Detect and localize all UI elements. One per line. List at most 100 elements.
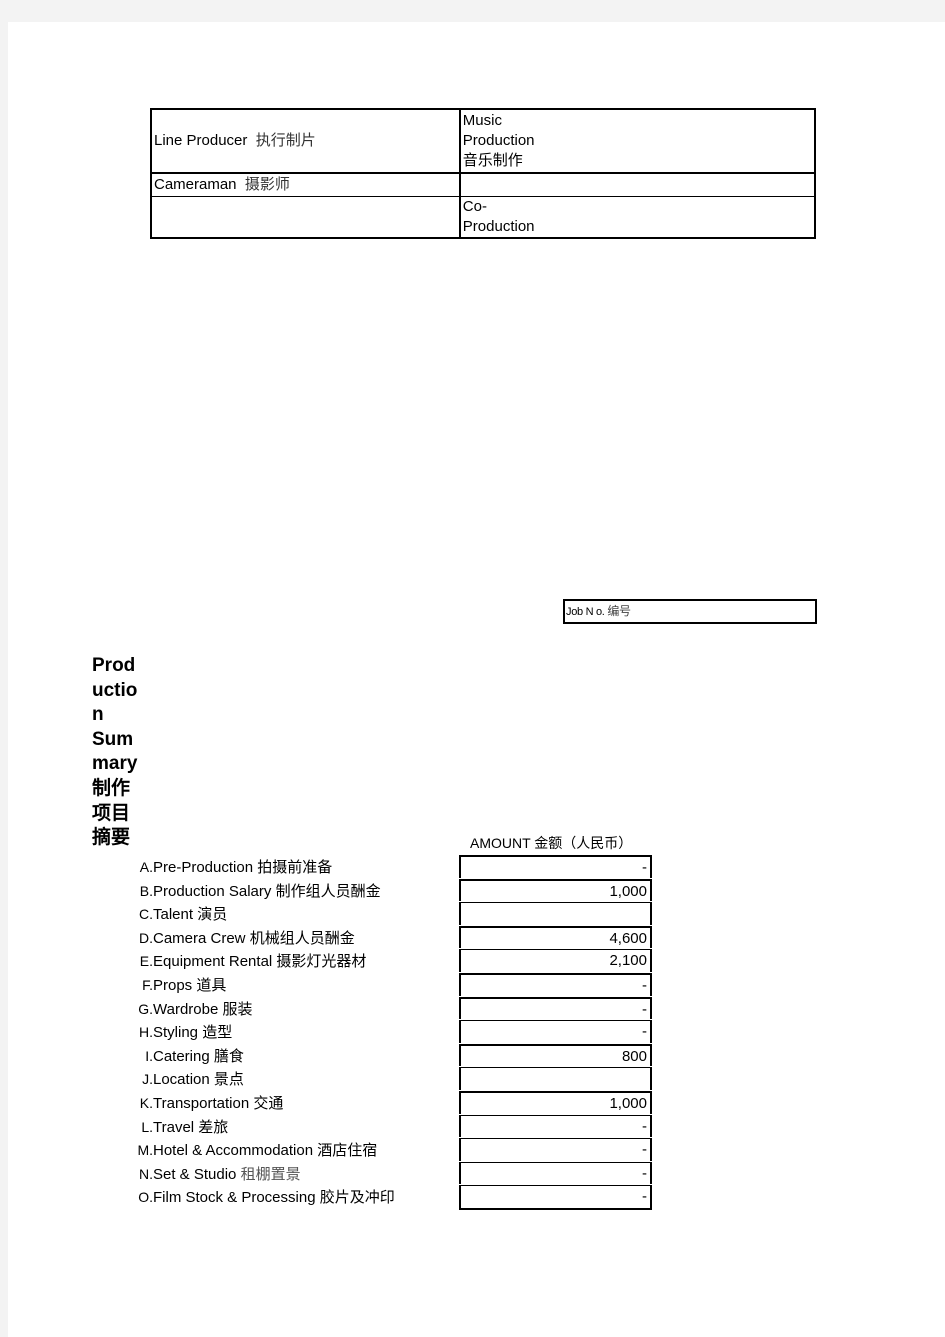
item-letter: E. [139,953,153,970]
item-label-en: Styling [153,1024,199,1042]
item-label-en: Set & Studio [153,1165,237,1183]
summary-item-row: I. Catering 膳食 800 [125,1043,655,1068]
item-label-zh: 演员 [197,906,228,924]
item-label-en: Hotel & Accommodation [153,1142,314,1160]
crew-dept-cell[interactable] [458,172,816,197]
crew-dept-line: 音乐制作 [462,152,523,169]
item-label: Set & Studio 租棚置景 [153,1163,301,1184]
crew-dept-cell[interactable]: Co- Production [458,196,816,239]
item-amount-cell[interactable]: 800 [459,1043,652,1067]
item-letter: I. [145,1047,153,1064]
item-letter: J. [142,1071,153,1088]
item-amount-cell[interactable]: 2,100 [459,949,652,972]
item-label: Transportation 交通 [153,1092,283,1113]
item-amount-cell[interactable] [459,1067,652,1090]
crew-row: Co- Production [150,196,816,239]
summary-item-row: E. Equipment Rental 摄影灯光器材 2,100 [125,949,655,973]
item-label: Catering 膳食 [153,1045,244,1066]
item-amount-cell[interactable]: - [459,1138,652,1161]
item-amount-cell[interactable]: - [459,1114,652,1138]
job-number-label-zh: 编号 [607,604,631,618]
item-label: Equipment Rental 摄影灯光器材 [153,950,366,971]
item-letter: K. [139,1094,153,1111]
item-label-zh: 景点 [213,1071,244,1089]
item-amount-cell[interactable]: - [459,972,652,996]
item-label-zh: 拍摄前准备 [257,859,333,876]
title-line: mary [92,753,138,775]
item-label: Hotel & Accommodation 酒店住宿 [153,1139,377,1160]
crew-role-cell[interactable]: Cameraman 摄影师 [150,172,461,197]
item-label: Location 景点 [153,1068,244,1089]
item-label-zh: 摄影灯光器材 [276,953,367,971]
title-line: 摘要 [92,827,131,849]
production-summary-title: Prod uctio n Sum mary 制作 项目 摘要 [92,654,142,851]
job-number-field[interactable]: Job N o. 编号 [563,599,817,624]
item-label-en: Film Stock & Processing [153,1189,316,1207]
summary-items-list: A. Pre-Production 拍摄前准备 - B. Production Sala… [125,855,655,1210]
item-label: Styling 造型 [153,1021,232,1042]
summary-item-row: B. Production Salary 制作组人员酬金 1,000 [125,878,655,903]
item-label: Pre-Production 拍摄前准备 [153,856,332,877]
item-label-en: Props [153,976,193,994]
summary-item-row: L. Travel 差旅 - [125,1114,655,1139]
title-line: 项目 [92,802,131,824]
item-label-en: Equipment Rental [153,953,273,971]
item-label: Travel 差旅 [153,1116,228,1137]
crew-role-cell[interactable]: Line Producer 执行制片 [150,108,461,174]
item-letter: O. [138,1189,153,1206]
item-letter: C. [139,906,153,923]
item-letter: G. [138,1000,153,1017]
item-amount-cell[interactable]: - [459,1185,652,1210]
item-label: Camera Crew 机械组人员酬金 [153,927,355,948]
crew-role-zh: 执行制片 [255,132,316,149]
crew-dept-line: Co- [462,198,487,215]
item-amount-cell[interactable]: - [459,1020,652,1043]
item-letter: B. [139,882,153,899]
item-label-zh: 交通 [253,1094,284,1112]
crew-dept-line: Music [462,112,502,129]
crew-dept-line: Production [462,132,535,149]
summary-item-row: F. Props 道具 - [125,972,655,997]
item-label: Props 道具 [153,974,226,995]
summary-item-row: D. Camera Crew 机械组人员酬金 4,600 [125,925,655,950]
item-label-en: Camera Crew [153,929,246,947]
crew-table: Line Producer 执行制片 Music Production 音乐制作… [150,108,816,239]
summary-item-row: K. Transportation 交通 1,000 [125,1090,655,1115]
item-label-en: Production Salary [153,882,272,900]
item-label-zh: 制作组人员酬金 [275,882,381,900]
item-amount-cell[interactable]: - [459,1161,652,1185]
summary-item-row: N. Set & Studio 租棚置景 - [125,1161,655,1186]
item-label-zh: 造型 [202,1024,233,1042]
item-amount-cell[interactable]: - [459,996,652,1020]
crew-role-en: Cameraman [154,176,237,193]
item-label-zh: 道具 [196,976,227,994]
item-letter: L. [141,1118,153,1135]
item-letter: H. [139,1024,153,1041]
item-label-en: Travel [153,1118,195,1136]
item-amount-cell[interactable]: - [459,855,652,878]
item-amount-cell[interactable]: 1,000 [459,1090,652,1114]
item-label-zh: 租棚置景 [240,1165,301,1183]
item-label-zh: 机械组人员酬金 [249,929,355,947]
item-label-en: Talent [153,906,194,924]
summary-item-row: C. Talent 演员 [125,902,655,926]
title-line: uctio [92,679,138,701]
item-label-zh: 差旅 [198,1118,229,1136]
item-label: Wardrobe 服装 [153,998,253,1019]
summary-item-row: H. Styling 造型 - [125,1020,655,1044]
item-amount-cell[interactable]: 1,000 [459,878,652,902]
crew-role-cell[interactable] [150,196,461,239]
title-line: Prod [92,655,136,676]
summary-item-row: A. Pre-Production 拍摄前准备 - [125,855,655,879]
item-label: Film Stock & Processing 胶片及冲印 [153,1186,395,1207]
title-line: n [92,704,104,726]
item-label-en: Wardrobe [153,1000,219,1018]
item-label: Talent 演员 [153,903,227,924]
item-label-en: Location [153,1071,210,1089]
summary-item-row: G. Wardrobe 服装 - [125,996,655,1021]
title-line: 制作 [92,777,131,799]
item-amount-cell[interactable] [459,902,652,925]
item-amount-cell[interactable]: 4,600 [459,925,652,949]
crew-dept-cell[interactable]: Music Production 音乐制作 [458,108,816,174]
crew-dept-line: Production [462,218,535,235]
